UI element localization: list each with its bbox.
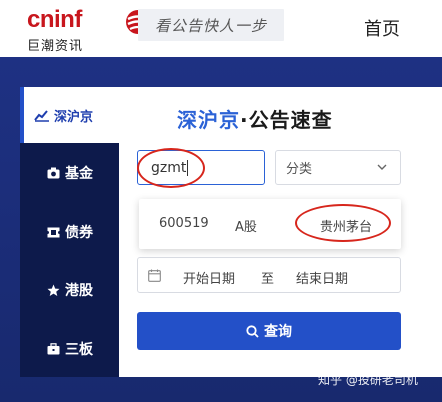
search-icon bbox=[246, 324, 259, 338]
sidebar-item-hkstock[interactable]: 港股 bbox=[20, 276, 119, 304]
sidebar-item-fund[interactable]: 基金 bbox=[20, 159, 119, 187]
star-icon bbox=[46, 283, 60, 297]
red-circle-annotation bbox=[137, 148, 205, 188]
date-separator: 至 bbox=[261, 272, 275, 287]
slogan-banner: 看公告快人一步 bbox=[138, 9, 284, 41]
chart-icon bbox=[34, 108, 50, 122]
panel-title-market: 深沪京 bbox=[177, 108, 240, 132]
query-button[interactable]: 查询 bbox=[137, 312, 401, 350]
sidebar-item-neeq[interactable]: 三板 bbox=[20, 335, 119, 363]
date-range-picker[interactable]: 开始日期 至 结束日期 bbox=[137, 257, 401, 293]
panel-title: 深沪京·公告速查 bbox=[177, 104, 333, 133]
end-date-field[interactable]: 结束日期 bbox=[296, 268, 348, 287]
sidebar-item-label: 基金 bbox=[65, 166, 93, 182]
sidebar-item-label: 港股 bbox=[65, 283, 93, 299]
home-link[interactable]: 首页 bbox=[364, 15, 400, 41]
category-placeholder: 分类 bbox=[286, 162, 313, 177]
panel-title-rest: ·公告速查 bbox=[240, 108, 333, 132]
category-select[interactable]: 分类 bbox=[275, 150, 401, 185]
site-header: cninf 巨潮资讯 看公告快人一步 首页 bbox=[0, 0, 442, 57]
logo-chinese-name: 巨潮资讯 bbox=[27, 39, 84, 54]
ticket-icon bbox=[46, 225, 60, 239]
start-date-field[interactable]: 开始日期 bbox=[183, 268, 235, 287]
camera-icon bbox=[46, 166, 60, 180]
query-button-label: 查询 bbox=[264, 324, 292, 340]
announcement-query-panel: 深沪京·公告速查 gzmt 分类 600519 A股 贵州茅台 开始日期 至 结… bbox=[119, 87, 442, 377]
cninfo-logo[interactable]: cninf 巨潮资讯 bbox=[27, 6, 153, 54]
briefcase-icon bbox=[46, 342, 60, 356]
sidebar-item-shenhujing[interactable]: 深沪京 bbox=[20, 87, 119, 143]
market-sidenav: 深沪京 基金 债券 港股 三板 bbox=[20, 87, 119, 377]
search-suggestion-item[interactable]: 600519 A股 贵州茅台 bbox=[139, 199, 401, 249]
calendar-icon bbox=[148, 269, 161, 282]
stock-type: A股 bbox=[235, 220, 257, 235]
sidebar-item-label: 深沪京 bbox=[54, 109, 94, 125]
sidebar-item-bond[interactable]: 债券 bbox=[20, 218, 119, 246]
zhihu-watermark: 知乎 @投研老司机 bbox=[318, 373, 418, 387]
sidebar-item-label: 三板 bbox=[65, 342, 93, 358]
stock-code: 600519 bbox=[159, 216, 209, 231]
sidebar-item-label: 债券 bbox=[65, 225, 93, 241]
logo-wordmark: cninf bbox=[27, 6, 82, 33]
chevron-down-icon bbox=[377, 164, 387, 170]
red-circle-annotation bbox=[295, 204, 391, 242]
